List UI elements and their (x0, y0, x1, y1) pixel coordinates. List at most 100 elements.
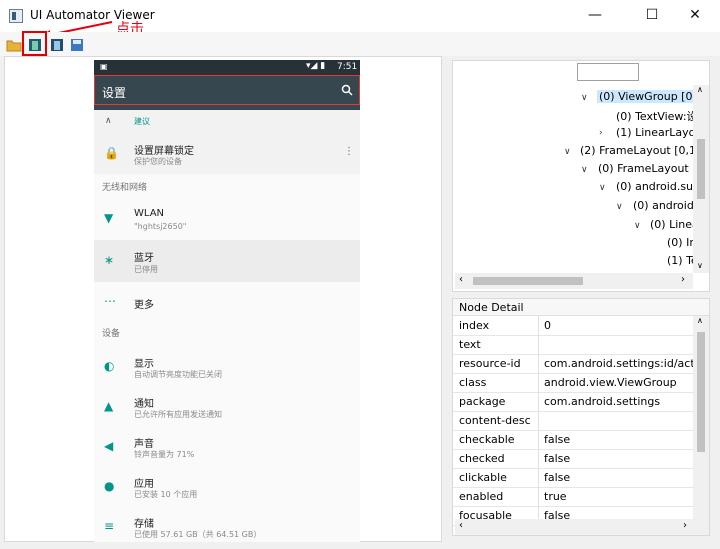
save-icon[interactable] (69, 37, 85, 53)
device-screenshot-compressed-icon[interactable] (49, 37, 65, 53)
detail-key: checked (459, 452, 505, 465)
tree-node[interactable]: (2) FrameLayout [0,13 (580, 144, 703, 157)
volume-icon: ◀ (104, 439, 114, 453)
column-divider (538, 373, 539, 392)
more-vert-icon[interactable]: ⋮ (344, 146, 354, 157)
detail-row[interactable]: text (453, 335, 695, 355)
open-icon[interactable] (6, 37, 22, 53)
tree-node[interactable]: (0) TextView:设 (616, 108, 698, 124)
detail-value: 0 (544, 319, 551, 332)
apps-subtitle: 已安装 10 个应用 (134, 490, 198, 499)
bluetooth-icon: ∗ (104, 253, 115, 267)
tree-toggle[interactable]: ∨ (616, 202, 623, 212)
detail-key: index (459, 319, 490, 332)
wlan-title: WLAN (134, 208, 165, 219)
detail-row[interactable]: enabled true (453, 487, 695, 507)
tree-node[interactable]: (0) FrameLayout [0 (598, 162, 704, 175)
scroll-right-icon[interactable]: › (681, 274, 685, 285)
scroll-left-icon[interactable]: ‹ (459, 274, 463, 285)
list-item-more[interactable]: ⋯ 更多 (94, 282, 360, 322)
tree-toggle[interactable]: ∨ (581, 93, 588, 103)
column-divider (538, 392, 539, 411)
scroll-thumb[interactable] (473, 277, 583, 285)
detail-horizontal-scrollbar[interactable]: ‹ › (455, 519, 709, 535)
detail-key: enabled (459, 490, 504, 503)
tree-toggle[interactable]: ∨ (634, 221, 641, 231)
sound-title: 声音 (134, 439, 154, 450)
tree-node[interactable]: (0) Ir (667, 236, 694, 249)
device-screen[interactable]: ▣ ▾◢ ▮ 7:51 设置 ∧ 建议 🔒 设置屏幕锁定 保护您的设备 ⋮ 无线… (94, 60, 360, 542)
detail-key: package (459, 395, 506, 408)
detail-row[interactable]: index 0 (453, 316, 695, 336)
detail-value: false (544, 433, 571, 446)
detail-row[interactable]: class android.view.ViewGroup (453, 373, 695, 393)
tree-node[interactable]: (0) android (633, 199, 694, 212)
maximize-button[interactable]: ☐ (638, 5, 666, 25)
list-item-bluetooth[interactable]: ∗ 蓝牙 已停用 (94, 240, 360, 282)
detail-key: content-desc (459, 414, 531, 427)
list-item-display[interactable]: ◐ 显示 自动调节亮度功能已关闭 (94, 347, 360, 387)
tree-node-selected[interactable]: (0) ViewGroup [0,4 (597, 90, 705, 103)
section-wireless: 无线和网络 (102, 183, 148, 193)
scroll-right-icon[interactable]: › (683, 520, 687, 531)
detail-key: class (459, 376, 487, 389)
scroll-thumb[interactable] (697, 139, 705, 199)
minimize-button[interactable]: — (581, 5, 609, 25)
status-time: 7:51 (337, 62, 358, 72)
status-bar: ▣ ▾◢ ▮ 7:51 (94, 60, 360, 76)
android-icon: ● (104, 479, 115, 493)
signal-icon: ▾◢ ▮ (306, 61, 326, 71)
detail-row[interactable]: checked false (453, 449, 695, 469)
notify-title: 通知 (134, 399, 154, 410)
detail-vertical-scrollbar[interactable]: ∧ (693, 316, 709, 519)
detail-row[interactable]: clickable false (453, 468, 695, 488)
tree-node[interactable]: (0) Linea (650, 218, 699, 231)
storage-icon: ≡ (104, 519, 115, 533)
detail-row[interactable]: resource-id com.android.settings:id/acti (453, 354, 698, 374)
close-button[interactable]: ✕ (681, 5, 709, 25)
column-divider (538, 354, 539, 373)
column-divider (538, 449, 539, 468)
tree-vertical-scrollbar[interactable]: ∧ ∨ (693, 85, 709, 273)
suggestion-header[interactable]: ∧ 建议 (94, 110, 360, 134)
bluetooth-title: 蓝牙 (134, 253, 154, 264)
list-item-apps[interactable]: ● 应用 已安装 10 个应用 (94, 467, 360, 507)
tree-toggle[interactable]: › (599, 128, 603, 138)
detail-row[interactable]: checkable false (453, 430, 695, 450)
detail-value: com.android.settings:id/acti (544, 357, 698, 370)
tree-node[interactable]: (0) android.sup (616, 180, 700, 193)
sound-subtitle: 铃声音量为 71% (134, 450, 195, 459)
tree-search-input[interactable] (577, 63, 639, 81)
tree-toggle[interactable]: ∨ (599, 183, 606, 193)
tree-node[interactable]: (1) LinearLayou (616, 126, 702, 139)
node-detail-header: Node Detail (453, 299, 709, 316)
list-item-storage[interactable]: ≡ 存储 已使用 57.61 GB（共 64.51 GB） (94, 507, 360, 542)
detail-row[interactable]: content-desc (453, 411, 695, 431)
column-divider (538, 468, 539, 487)
scroll-left-icon[interactable]: ‹ (459, 520, 463, 531)
apps-title: 应用 (134, 479, 154, 490)
list-item-sound[interactable]: ◀ 声音 铃声音量为 71% (94, 427, 360, 467)
column-divider (538, 487, 539, 506)
detail-value: android.view.ViewGroup (544, 376, 677, 389)
display-subtitle: 自动调节亮度功能已关闭 (134, 370, 222, 379)
tree-toggle[interactable]: ∨ (564, 147, 571, 157)
storage-subtitle: 已使用 57.61 GB（共 64.51 GB） (134, 530, 262, 539)
storage-title: 存储 (134, 519, 154, 530)
app-bar-highlight (94, 75, 360, 105)
tree-toggle[interactable]: ∨ (581, 165, 588, 175)
detail-row[interactable]: package com.android.settings (453, 392, 695, 412)
scroll-up-icon[interactable]: ∧ (697, 316, 703, 325)
tree-horizontal-scrollbar[interactable]: ‹ › (455, 273, 693, 289)
scroll-up-icon[interactable]: ∧ (697, 85, 703, 94)
scroll-thumb[interactable] (697, 332, 705, 452)
list-item-notifications[interactable]: ▲ 通知 已允许所有应用发送通知 (94, 387, 360, 427)
scroll-down-icon[interactable]: ∨ (697, 261, 703, 270)
hierarchy-tree[interactable]: ∨ (0) ViewGroup [0,4 (0) TextView:设 › (1… (452, 60, 710, 292)
suggestion-item[interactable]: 🔒 设置屏幕锁定 保护您的设备 ⋮ (94, 134, 360, 174)
detail-value: false (544, 471, 571, 484)
section-device: 设备 (102, 329, 121, 339)
list-item-wlan[interactable]: ▼ WLAN "hghtsj2650" (94, 198, 360, 240)
detail-key: clickable (459, 471, 507, 484)
suggestion-subtitle: 保护您的设备 (134, 157, 182, 166)
